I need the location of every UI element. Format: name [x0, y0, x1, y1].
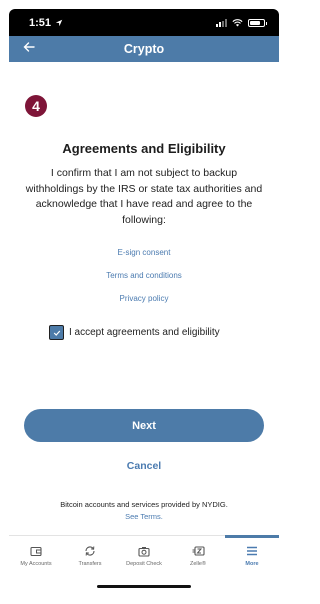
- checkmark-icon: [53, 330, 60, 336]
- cancel-button[interactable]: Cancel: [9, 460, 279, 472]
- tab-bar: My Accounts Transfers Deposit Check Zell…: [9, 535, 279, 595]
- zelle-icon: [192, 546, 205, 556]
- disclaimer: Bitcoin accounts and services provided b…: [9, 499, 279, 523]
- header-bar: Crypto: [9, 36, 279, 62]
- confirmation-text: I confirm that I am not subject to backu…: [25, 167, 263, 226]
- battery-icon: [248, 18, 267, 27]
- esign-consent-link[interactable]: E-sign consent: [9, 248, 279, 257]
- tab-label: Transfers: [78, 561, 102, 567]
- disclaimer-text: Bitcoin accounts and services provided b…: [60, 500, 228, 509]
- tab-transfers[interactable]: Transfers: [63, 536, 117, 576]
- status-time: 1:51: [29, 17, 63, 29]
- menu-icon: [247, 546, 257, 556]
- privacy-policy-link[interactable]: Privacy policy: [9, 294, 279, 303]
- tab-deposit-check[interactable]: Deposit Check: [117, 536, 171, 576]
- camera-icon: [138, 546, 150, 557]
- tab-label: Zelle®: [190, 561, 206, 567]
- wallet-icon: [30, 546, 42, 556]
- tab-label: Deposit Check: [126, 561, 162, 567]
- tab-zelle[interactable]: Zelle®: [171, 536, 225, 576]
- clock: 1:51: [29, 16, 52, 29]
- page-title: Crypto: [123, 42, 165, 56]
- tab-label: More: [245, 561, 259, 567]
- tab-my-accounts[interactable]: My Accounts: [9, 536, 63, 576]
- transfer-icon: [85, 546, 95, 556]
- accept-label: I accept agreements and eligibility: [69, 327, 220, 338]
- see-terms-link[interactable]: See Terms.: [9, 511, 279, 523]
- signal-icon: [216, 18, 227, 27]
- tab-more[interactable]: More: [225, 535, 279, 576]
- arrow-left-icon[interactable]: [23, 41, 35, 53]
- accept-agreements-row[interactable]: I accept agreements and eligibility: [49, 325, 220, 340]
- main-content: 4 Agreements and Eligibility I confirm t…: [9, 62, 279, 595]
- status-bar: 1:51: [9, 9, 279, 36]
- terms-link[interactable]: Terms and conditions: [9, 271, 279, 280]
- accept-checkbox[interactable]: [49, 325, 64, 340]
- next-button[interactable]: Next: [24, 409, 264, 442]
- home-indicator: [97, 585, 191, 588]
- location-arrow-icon: [55, 19, 63, 26]
- step-badge: 4: [25, 95, 47, 117]
- wifi-icon: [232, 18, 243, 27]
- phone-screen: 1:51 Crypto 4 Agreements and Eligibility…: [9, 9, 279, 595]
- section-title: Agreements and Eligibility: [62, 141, 226, 156]
- tab-label: My Accounts: [20, 561, 52, 567]
- status-icons: [216, 18, 267, 27]
